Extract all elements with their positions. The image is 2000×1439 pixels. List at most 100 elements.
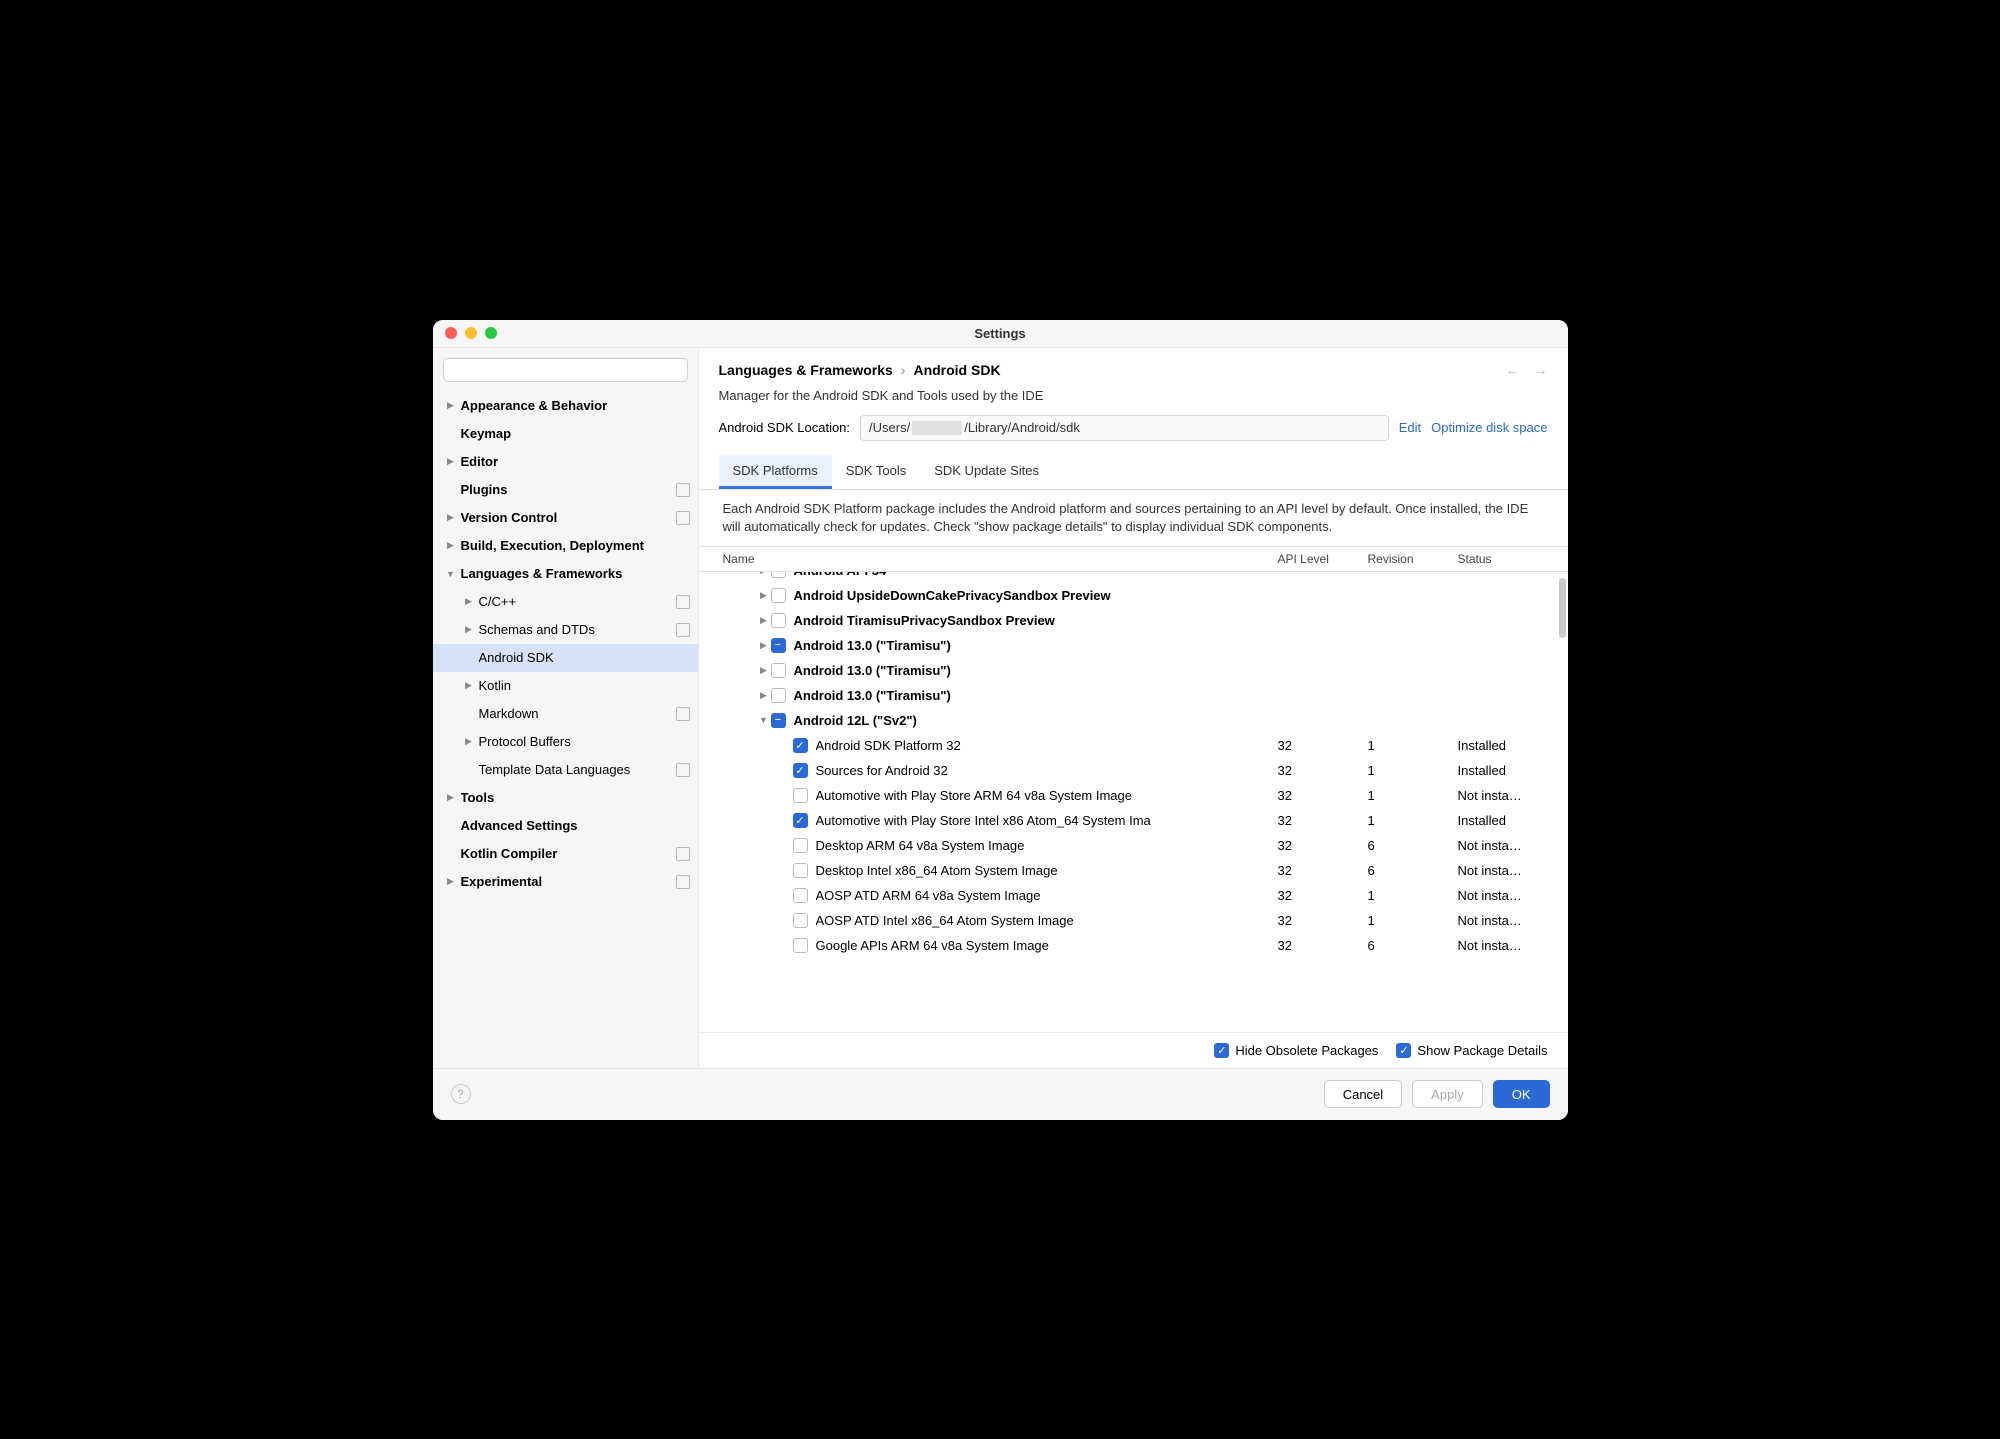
sidebar-item-label: Plugins <box>461 482 672 497</box>
sidebar-item[interactable]: ▶Protocol Buffers <box>433 728 698 756</box>
sidebar-item[interactable]: ▼Languages & Frameworks <box>433 560 698 588</box>
api-level-cell: 32 <box>1278 913 1368 928</box>
table-row[interactable]: AOSP ATD ARM 64 v8a System Image321Not i… <box>699 883 1568 908</box>
package-checkbox[interactable] <box>793 938 808 953</box>
table-row[interactable]: ✓Sources for Android 32321Installed <box>699 758 1568 783</box>
sidebar-item[interactable]: ▶Appearance & Behavior <box>433 392 698 420</box>
header-api-level: API Level <box>1278 552 1368 566</box>
table-row[interactable]: Automotive with Play Store ARM 64 v8a Sy… <box>699 783 1568 808</box>
optimize-link[interactable]: Optimize disk space <box>1431 420 1547 435</box>
window-title: Settings <box>433 326 1568 341</box>
sidebar-item-label: Markdown <box>479 706 672 721</box>
tab-sdk-tools[interactable]: SDK Tools <box>832 455 920 489</box>
sidebar-item[interactable]: ▶Editor <box>433 448 698 476</box>
status-cell: Not insta… <box>1458 913 1568 928</box>
help-icon[interactable]: ? <box>451 1084 471 1104</box>
sidebar-item[interactable]: ▶Version Control <box>433 504 698 532</box>
table-row[interactable]: ▶Android 13.0 ("Tiramisu") <box>699 658 1568 683</box>
cancel-button[interactable]: Cancel <box>1324 1080 1402 1108</box>
sidebar-item[interactable]: Template Data Languages <box>433 756 698 784</box>
api-level-cell: 32 <box>1278 788 1368 803</box>
chevron-icon: ▶ <box>445 456 457 467</box>
sidebar-item[interactable]: Kotlin Compiler <box>433 840 698 868</box>
chevron-icon: ▶ <box>757 615 771 626</box>
package-checkbox[interactable] <box>771 688 786 703</box>
revision-cell: 1 <box>1368 913 1458 928</box>
package-checkbox[interactable] <box>793 863 808 878</box>
package-checkbox[interactable] <box>771 572 786 578</box>
nav-forward-icon[interactable]: → <box>1534 362 1548 378</box>
show-details-label: Show Package Details <box>1417 1043 1547 1058</box>
package-checkbox[interactable] <box>793 838 808 853</box>
package-checkbox[interactable] <box>793 913 808 928</box>
sidebar-item[interactable]: Plugins <box>433 476 698 504</box>
check-icon: ✓ <box>1214 1043 1229 1058</box>
edit-link[interactable]: Edit <box>1399 420 1421 435</box>
titlebar: Settings <box>433 320 1568 348</box>
sidebar-item[interactable]: Advanced Settings <box>433 812 698 840</box>
search-input[interactable] <box>443 358 688 382</box>
sidebar-item[interactable]: Markdown <box>433 700 698 728</box>
ok-button[interactable]: OK <box>1493 1080 1550 1108</box>
package-checkbox[interactable] <box>793 788 808 803</box>
chevron-icon: ▶ <box>463 596 475 607</box>
chevron-icon: ▶ <box>757 640 771 651</box>
package-name: Android UpsideDownCakePrivacySandbox Pre… <box>794 588 1278 603</box>
sdk-location-input[interactable]: /Users//Library/Android/sdk <box>860 415 1389 441</box>
package-checkbox[interactable] <box>771 663 786 678</box>
table-row[interactable]: ▶Android API 34 <box>699 572 1568 583</box>
package-checkbox[interactable]: ✓ <box>793 813 808 828</box>
sidebar-item-label: Build, Execution, Deployment <box>461 538 690 553</box>
nav-back-icon[interactable]: ← <box>1506 362 1520 378</box>
status-cell: Not insta… <box>1458 888 1568 903</box>
chevron-icon: ▼ <box>445 569 457 579</box>
package-checkbox[interactable] <box>793 888 808 903</box>
table-row[interactable]: ✓Android SDK Platform 32321Installed <box>699 733 1568 758</box>
status-cell: Not insta… <box>1458 838 1568 853</box>
tab-sdk-platforms[interactable]: SDK Platforms <box>719 455 832 489</box>
sidebar-item[interactable]: Keymap <box>433 420 698 448</box>
table-row[interactable]: AOSP ATD Intel x86_64 Atom System Image3… <box>699 908 1568 933</box>
scrollbar-thumb[interactable] <box>1559 578 1566 638</box>
table-row[interactable]: ▶Android TiramisuPrivacySandbox Preview <box>699 608 1568 633</box>
hide-obsolete-label: Hide Obsolete Packages <box>1235 1043 1378 1058</box>
package-checkbox[interactable]: ✓ <box>793 763 808 778</box>
sidebar-item[interactable]: ▶Schemas and DTDs <box>433 616 698 644</box>
table-row[interactable]: ▶−Android 13.0 ("Tiramisu") <box>699 633 1568 658</box>
chevron-icon: ▶ <box>463 680 475 691</box>
package-checkbox[interactable] <box>771 588 786 603</box>
sidebar-item[interactable]: ▶Tools <box>433 784 698 812</box>
hide-obsolete-checkbox[interactable]: ✓ Hide Obsolete Packages <box>1214 1043 1378 1058</box>
sdk-location-label: Android SDK Location: <box>719 420 851 435</box>
apply-button[interactable]: Apply <box>1412 1080 1483 1108</box>
table-row[interactable]: ▶Android UpsideDownCakePrivacySandbox Pr… <box>699 583 1568 608</box>
package-checkbox[interactable]: ✓ <box>793 738 808 753</box>
table-row[interactable]: Desktop ARM 64 v8a System Image326Not in… <box>699 833 1568 858</box>
package-table[interactable]: ▶Android API 34▶Android UpsideDownCakePr… <box>699 572 1568 1032</box>
show-package-details-checkbox[interactable]: ✓Show Package Details <box>1396 1043 1547 1058</box>
api-level-cell: 32 <box>1278 838 1368 853</box>
table-row[interactable]: Desktop Intel x86_64 Atom System Image32… <box>699 858 1568 883</box>
sidebar-item[interactable]: Android SDK <box>433 644 698 672</box>
sidebar-item-label: Protocol Buffers <box>479 734 690 749</box>
sidebar-item[interactable]: ▶Experimental <box>433 868 698 896</box>
chevron-icon: ▶ <box>757 572 771 576</box>
tab-sdk-update-sites[interactable]: SDK Update Sites <box>920 455 1053 489</box>
package-checkbox[interactable] <box>771 613 786 628</box>
revision-cell: 6 <box>1368 863 1458 878</box>
breadcrumb-separator: › <box>901 362 906 378</box>
table-row[interactable]: ▼−Android 12L ("Sv2") <box>699 708 1568 733</box>
chevron-icon: ▶ <box>463 624 475 635</box>
sidebar-item[interactable]: ▶Kotlin <box>433 672 698 700</box>
sidebar-item[interactable]: ▶C/C++ <box>433 588 698 616</box>
package-name: Automotive with Play Store ARM 64 v8a Sy… <box>816 788 1278 803</box>
table-row[interactable]: ✓Automotive with Play Store Intel x86 At… <box>699 808 1568 833</box>
table-row[interactable]: ▶Android 13.0 ("Tiramisu") <box>699 683 1568 708</box>
sidebar-item-label: Version Control <box>461 510 672 525</box>
chevron-icon: ▶ <box>445 792 457 803</box>
table-row[interactable]: Google APIs ARM 64 v8a System Image326No… <box>699 933 1568 958</box>
package-checkbox[interactable]: − <box>771 638 786 653</box>
package-checkbox[interactable]: − <box>771 713 786 728</box>
module-badge-icon <box>676 483 690 497</box>
sidebar-item[interactable]: ▶Build, Execution, Deployment <box>433 532 698 560</box>
